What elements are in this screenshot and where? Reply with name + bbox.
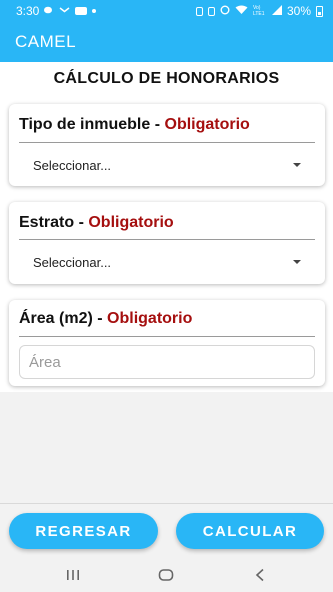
security-icon bbox=[207, 6, 215, 16]
area-card: Área (m2) - Obligatorio bbox=[9, 300, 325, 386]
camera-icon bbox=[195, 6, 203, 16]
area-label: Área (m2) bbox=[19, 310, 93, 327]
tipo-inmueble-title: Tipo de inmueble - Obligatorio bbox=[19, 116, 250, 134]
battery-percent: 30% bbox=[286, 4, 311, 18]
divider bbox=[19, 336, 315, 337]
dropdown-arrow-icon bbox=[293, 260, 301, 264]
divider bbox=[19, 142, 315, 143]
status-left: 3:30 bbox=[16, 4, 97, 18]
nav-bar bbox=[0, 560, 333, 592]
signal-label: Vo) LTE1 bbox=[252, 5, 265, 17]
calculate-button[interactable]: CALCULAR bbox=[176, 513, 324, 549]
estrato-card: Estrato - Obligatorio Seleccionar... bbox=[9, 202, 325, 284]
footer-divider bbox=[0, 503, 333, 504]
signal-icon bbox=[271, 4, 282, 18]
status-time: 3:30 bbox=[16, 4, 40, 18]
mail-icon bbox=[59, 4, 70, 18]
separator: - bbox=[92, 310, 108, 327]
status-right: Vo) LTE1 30% bbox=[195, 4, 323, 18]
wifi-icon bbox=[235, 4, 248, 18]
wechat-icon bbox=[44, 4, 54, 18]
dropdown-arrow-icon bbox=[293, 163, 301, 167]
app-bar: CAMEL bbox=[0, 22, 333, 62]
required-label: Obligatorio bbox=[88, 214, 174, 231]
back-button[interactable]: REGRESAR bbox=[9, 513, 158, 549]
status-bar: 3:30 Vo) LTE1 30% bbox=[0, 0, 333, 22]
dot-icon bbox=[92, 9, 97, 13]
estrato-select[interactable]: Seleccionar... bbox=[19, 246, 315, 278]
area-input[interactable] bbox=[19, 345, 315, 379]
tipo-inmueble-label: Tipo de inmueble bbox=[19, 116, 151, 133]
back-icon[interactable] bbox=[254, 568, 266, 587]
estrato-value: Seleccionar... bbox=[33, 254, 112, 270]
separator: - bbox=[74, 214, 89, 231]
youtube-icon bbox=[75, 7, 88, 15]
alarm-icon bbox=[220, 4, 230, 18]
divider bbox=[19, 239, 315, 240]
app-title: CAMEL bbox=[15, 32, 77, 51]
page-title: CÁLCULO DE HONORARIOS bbox=[53, 70, 280, 87]
tipo-inmueble-select[interactable]: Seleccionar... bbox=[19, 149, 315, 181]
required-label: Obligatorio bbox=[164, 116, 250, 133]
required-label: Obligatorio bbox=[107, 310, 193, 327]
tipo-inmueble-card: Tipo de inmueble - Obligatorio Seleccion… bbox=[9, 104, 325, 186]
battery-icon bbox=[316, 5, 323, 17]
area-title: Área (m2) - Obligatorio bbox=[19, 310, 192, 328]
estrato-title: Estrato - Obligatorio bbox=[19, 214, 174, 232]
separator: - bbox=[150, 116, 165, 133]
home-icon[interactable] bbox=[158, 568, 174, 587]
recent-apps-icon[interactable] bbox=[66, 568, 80, 587]
estrato-label: Estrato bbox=[19, 214, 75, 231]
tipo-inmueble-value: Seleccionar... bbox=[33, 157, 112, 173]
